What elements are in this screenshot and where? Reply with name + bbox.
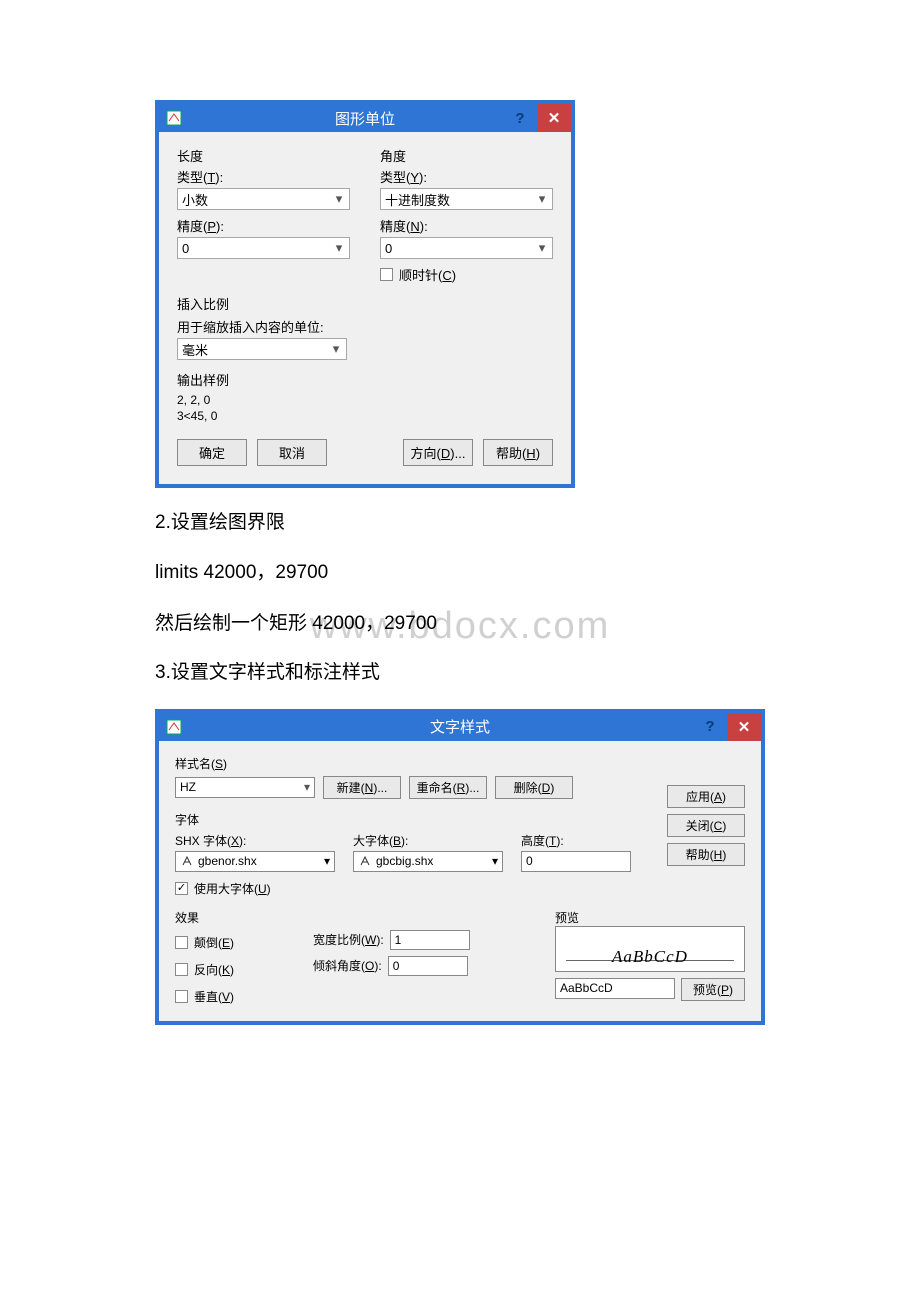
output-sample-line2: 3<45, 0	[177, 409, 553, 423]
step2-text: 2.设置绘图界限	[155, 508, 765, 538]
help-button[interactable]: 帮助(H)	[667, 843, 745, 866]
chevron-down-icon: ▾	[304, 780, 310, 794]
new-style-button[interactable]: 新建(N)...	[323, 776, 401, 799]
effects-header: 效果	[175, 909, 515, 926]
checkbox-icon	[380, 268, 393, 281]
help-button[interactable]: 帮助(H)	[483, 439, 553, 466]
length-precision-select[interactable]: 0▾	[177, 237, 350, 259]
angle-precision-value: 0	[385, 241, 392, 256]
cancel-button[interactable]: 取消	[257, 439, 327, 466]
close-icon[interactable]: ✕	[727, 713, 761, 741]
limits-text: limits 42000，29700	[155, 558, 765, 588]
chevron-down-icon: ▾	[324, 854, 330, 868]
angle-type-select[interactable]: 十进制度数 ▾	[380, 188, 553, 210]
preview-sample-text: AaBbCcD	[612, 947, 688, 967]
vertical-checkbox[interactable]: 垂直(V)	[175, 988, 285, 1005]
angle-precision-label: 精度(N):	[380, 216, 553, 235]
angle-type-value: 十进制度数	[385, 190, 450, 209]
side-buttons: 应用(A) 关闭(C) 帮助(H)	[667, 785, 745, 866]
step3-text: 3.设置文字样式和标注样式	[155, 658, 765, 688]
shx-font-value: gbenor.shx	[198, 854, 257, 868]
length-precision-label: 精度(P):	[177, 216, 350, 235]
style-name-select[interactable]: HZ ▾	[175, 777, 315, 798]
length-header: 长度	[177, 146, 350, 165]
help-icon[interactable]: ?	[693, 713, 727, 741]
close-button[interactable]: 关闭(C)	[667, 814, 745, 837]
length-type-label: 类型(T):	[177, 167, 350, 186]
rect-text: 然后绘制一个矩形 42000，29700	[155, 609, 765, 639]
checkbox-icon	[175, 990, 188, 1003]
titlebar[interactable]: 文字样式 ? ✕	[159, 713, 761, 741]
units-dialog: 图形单位 ? ✕ 长度 类型(T): 小数▾ 精度(P): 0▾ 角度 类型(Y…	[155, 100, 575, 488]
dialog-title: 图形单位	[335, 108, 395, 129]
checkbox-icon	[175, 963, 188, 976]
bigfont-label: 大字体(B):	[353, 832, 503, 849]
window-buttons: ? ✕	[693, 713, 761, 741]
length-type-select[interactable]: 小数 ▾	[177, 188, 350, 210]
chevron-down-icon: ▾	[536, 242, 548, 254]
chevron-down-icon: ▾	[330, 343, 342, 355]
width-factor-label: 宽度比例(W):	[313, 931, 384, 948]
output-sample-line1: 2, 2, 0	[177, 393, 553, 407]
delete-style-button[interactable]: 删除(D)	[495, 776, 573, 799]
oblique-angle-label: 倾斜角度(O):	[313, 957, 382, 974]
window-buttons: ? ✕	[503, 104, 571, 132]
shx-font-select[interactable]: gbenor.shx ▾	[175, 851, 335, 872]
output-sample-header: 输出样例	[177, 370, 553, 389]
checkbox-icon	[175, 936, 188, 949]
dialog-title: 文字样式	[430, 716, 490, 737]
bigfont-select[interactable]: gbcbig.shx ▾	[353, 851, 503, 872]
preview-input[interactable]: AaBbCcD	[555, 978, 675, 999]
checkbox-icon	[175, 882, 188, 895]
chevron-down-icon: ▾	[333, 193, 345, 205]
height-input[interactable]: 0	[521, 851, 631, 872]
clockwise-label: 顺时针(C)	[399, 265, 456, 284]
app-icon	[165, 109, 183, 127]
app-icon	[165, 718, 183, 736]
style-name-label: 样式名(S)	[175, 755, 645, 772]
dialog-body: 应用(A) 关闭(C) 帮助(H) 样式名(S) HZ ▾ 新建(N)... 重命…	[159, 741, 761, 1021]
height-label: 高度(T):	[521, 832, 631, 849]
length-precision-value: 0	[182, 241, 189, 256]
width-factor-input[interactable]: 1	[390, 930, 470, 950]
chevron-down-icon: ▾	[536, 193, 548, 205]
length-type-value: 小数	[182, 190, 208, 209]
titlebar[interactable]: 图形单位 ? ✕	[159, 104, 571, 132]
angle-type-label: 类型(Y):	[380, 167, 553, 186]
preview-button[interactable]: 预览(P)	[681, 978, 745, 1001]
insert-scale-value: 毫米	[182, 340, 208, 359]
font-icon	[180, 854, 194, 868]
help-icon[interactable]: ?	[503, 104, 537, 132]
chevron-down-icon: ▾	[492, 854, 498, 868]
direction-button[interactable]: 方向(D)...	[403, 439, 473, 466]
upside-down-checkbox[interactable]: 颠倒(E)	[175, 934, 285, 951]
angle-header: 角度	[380, 146, 553, 165]
font-header: 字体	[175, 811, 745, 828]
use-bigfont-label: 使用大字体(U)	[194, 880, 271, 897]
text-style-dialog: 文字样式 ? ✕ 应用(A) 关闭(C) 帮助(H) 样式名(S) HZ ▾ 新建…	[155, 709, 765, 1025]
angle-precision-select[interactable]: 0▾	[380, 237, 553, 259]
font-icon	[358, 854, 372, 868]
preview-box: AaBbCcD	[555, 926, 745, 972]
close-icon[interactable]: ✕	[537, 104, 571, 132]
bigfont-value: gbcbig.shx	[376, 854, 433, 868]
rename-style-button[interactable]: 重命名(R)...	[409, 776, 487, 799]
ok-button[interactable]: 确定	[177, 439, 247, 466]
chevron-down-icon: ▾	[333, 242, 345, 254]
oblique-angle-input[interactable]: 0	[388, 956, 468, 976]
height-value: 0	[526, 854, 533, 868]
dialog-body: 长度 类型(T): 小数▾ 精度(P): 0▾ 角度 类型(Y): 十进制度数▾…	[159, 132, 571, 484]
insert-scale-desc: 用于缩放插入内容的单位:	[177, 317, 553, 336]
backward-checkbox[interactable]: 反向(K)	[175, 961, 285, 978]
insert-scale-select[interactable]: 毫米 ▾	[177, 338, 347, 360]
preview-header: 预览	[555, 909, 745, 926]
apply-button[interactable]: 应用(A)	[667, 785, 745, 808]
shx-font-label: SHX 字体(X):	[175, 832, 335, 849]
use-bigfont-checkbox[interactable]: 使用大字体(U)	[175, 880, 335, 897]
insert-scale-header: 插入比例	[177, 294, 553, 313]
style-name-value: HZ	[180, 780, 196, 794]
clockwise-checkbox[interactable]: 顺时针(C)	[380, 265, 553, 284]
